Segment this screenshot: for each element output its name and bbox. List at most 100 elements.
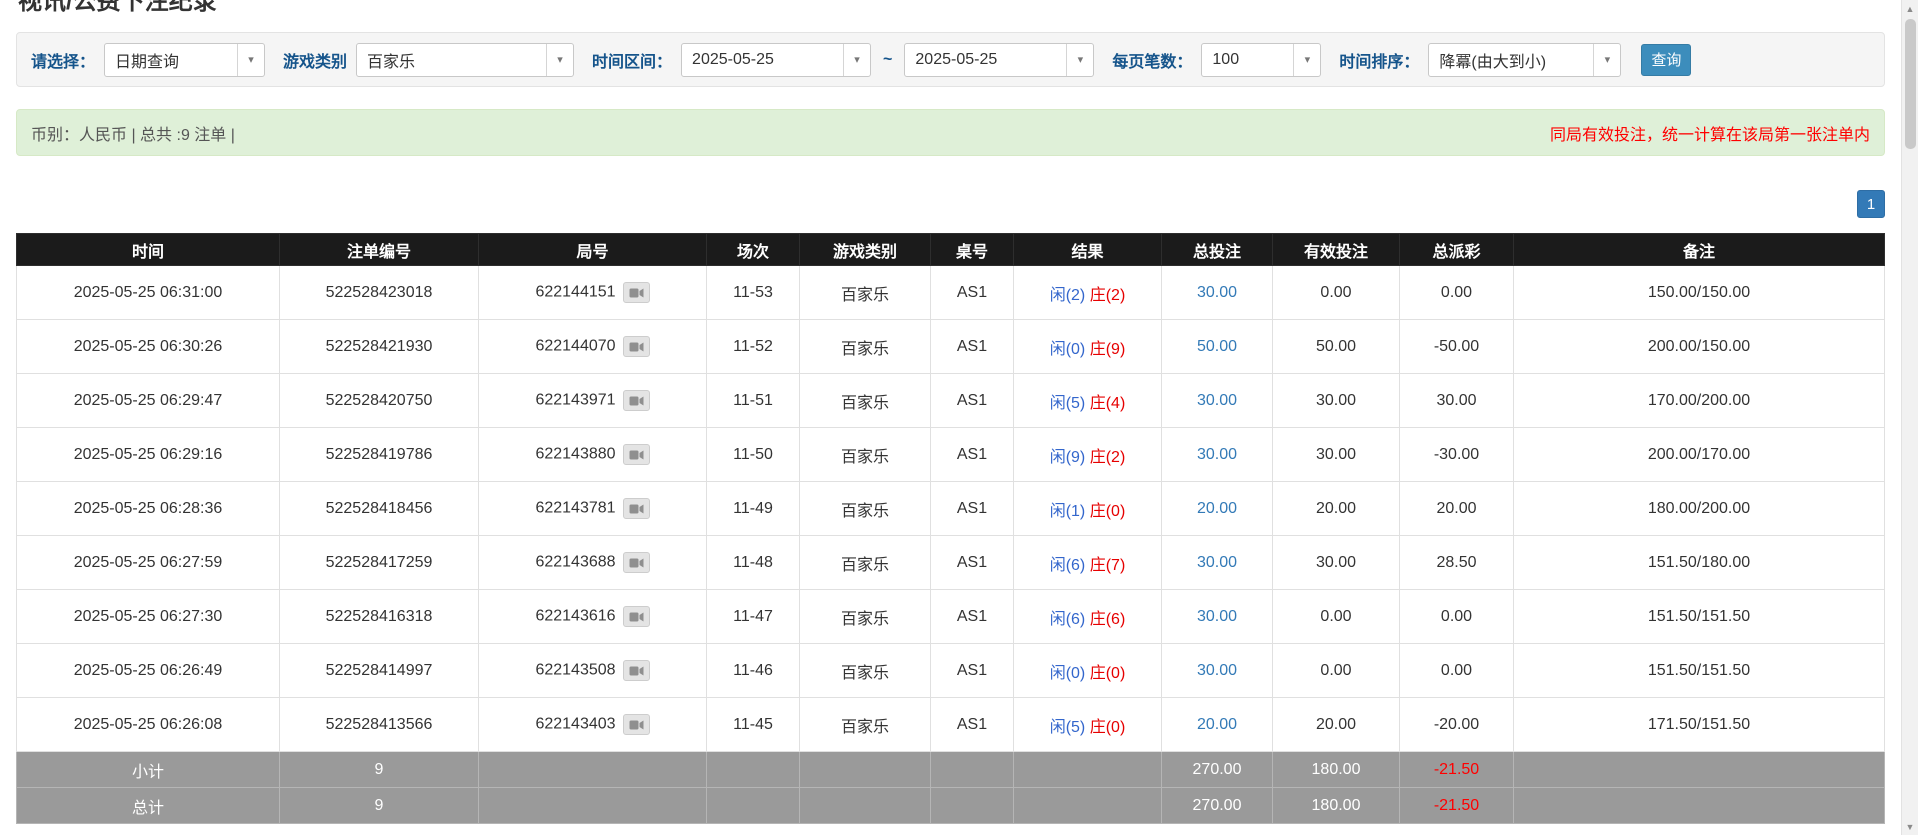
scrollbar-thumb[interactable] [1905, 19, 1916, 149]
cell-session: 11-48 [707, 536, 800, 590]
cell-note: 151.50/180.00 [1514, 536, 1885, 590]
cell-table-no: AS1 [931, 644, 1014, 698]
total-bet-link[interactable]: 20.00 [1197, 716, 1237, 733]
cell-total-bet: 20.00 [1162, 482, 1273, 536]
cell-time: 2025-05-25 06:30:26 [17, 320, 280, 374]
video-replay-icon[interactable] [623, 714, 650, 735]
search-button[interactable]: 查询 [1641, 44, 1691, 76]
game-type-select[interactable]: 百家乐 ▾ [356, 43, 574, 77]
sort-order-select[interactable]: 降冪(由大到小) ▾ [1428, 43, 1621, 77]
cell-session: 11-53 [707, 266, 800, 320]
round-number: 622143508 [535, 662, 615, 679]
cell-note: 150.00/150.00 [1514, 266, 1885, 320]
cell-payout: 0.00 [1400, 644, 1514, 698]
cell-total-bet: 30.00 [1162, 590, 1273, 644]
valid-bet-notice: 同局有效投注，统一计算在该局第一张注单内 [1550, 121, 1870, 145]
cell-valid-bet: 30.00 [1273, 536, 1400, 590]
date-from-select[interactable]: 2025-05-25 ▾ [681, 43, 871, 77]
cell-bet-id: 522528419786 [280, 428, 479, 482]
video-replay-icon[interactable] [623, 660, 650, 681]
result-banker: 庄(0) [1090, 719, 1126, 736]
page-size-select[interactable]: 100 ▾ [1201, 43, 1321, 77]
cell-session: 11-49 [707, 482, 800, 536]
page-button-1[interactable]: 1 [1857, 190, 1885, 218]
summary-bar: 币别：人民币 | 总共 :9 注单 | 同局有效投注，统一计算在该局第一张注单内 [16, 109, 1885, 156]
footer-count: 9 [280, 752, 479, 788]
video-replay-icon[interactable] [623, 336, 650, 357]
result-banker: 庄(6) [1090, 611, 1126, 628]
video-replay-icon[interactable] [623, 444, 650, 465]
table-header: 时间注单编号局号场次游戏类别桌号结果总投注有效投注总派彩备注 [17, 234, 1885, 266]
video-replay-icon[interactable] [623, 552, 650, 573]
total-bet-link[interactable]: 30.00 [1197, 446, 1237, 463]
total-bet-link[interactable]: 30.00 [1197, 608, 1237, 625]
footer-label: 总计 [17, 788, 280, 824]
result-banker: 庄(9) [1090, 341, 1126, 358]
cell-result: 闲(9) 庄(2) [1014, 428, 1162, 482]
cell-game-type: 百家乐 [800, 698, 931, 752]
round-number: 622143781 [535, 500, 615, 517]
cell-bet-id: 522528418456 [280, 482, 479, 536]
cell-table-no: AS1 [931, 428, 1014, 482]
cell-result: 闲(6) 庄(6) [1014, 590, 1162, 644]
footer-empty-cell [800, 752, 931, 788]
table-row: 2025-05-25 06:27:59522528417259622143688… [17, 536, 1885, 590]
column-header: 游戏类别 [800, 234, 931, 266]
total-bet-link[interactable]: 30.00 [1197, 554, 1237, 571]
scroll-up-icon[interactable]: ▲ [1902, 0, 1918, 17]
total-bet-link[interactable]: 20.00 [1197, 500, 1237, 517]
cell-bet-id: 522528416318 [280, 590, 479, 644]
cell-round: 622144151 [479, 266, 707, 320]
column-header: 结果 [1014, 234, 1162, 266]
total-bet-link[interactable]: 50.00 [1197, 338, 1237, 355]
result-player: 闲(0) [1050, 341, 1086, 358]
cell-table-no: AS1 [931, 374, 1014, 428]
cell-payout: 30.00 [1400, 374, 1514, 428]
date-to-select[interactable]: 2025-05-25 ▾ [904, 43, 1094, 77]
footer-empty-cell [931, 788, 1014, 824]
cell-bet-id: 522528420750 [280, 374, 479, 428]
query-type-select[interactable]: 日期查询 ▾ [104, 43, 265, 77]
cell-total-bet: 50.00 [1162, 320, 1273, 374]
query-type-value: 日期查询 [105, 48, 237, 72]
scrollbar[interactable]: ▲ ▼ [1901, 0, 1918, 835]
video-replay-icon[interactable] [623, 498, 650, 519]
result-player: 闲(6) [1050, 557, 1086, 574]
footer-empty-cell [1514, 788, 1885, 824]
cell-round: 622143880 [479, 428, 707, 482]
chevron-down-icon: ▾ [237, 44, 264, 76]
result-banker: 庄(2) [1090, 449, 1126, 466]
total-bet-link[interactable]: 30.00 [1197, 662, 1237, 679]
cell-table-no: AS1 [931, 266, 1014, 320]
footer-valid-bet: 180.00 [1273, 752, 1400, 788]
video-replay-icon[interactable] [623, 390, 650, 411]
footer-empty-cell [1014, 752, 1162, 788]
table-row: 2025-05-25 06:28:36522528418456622143781… [17, 482, 1885, 536]
chevron-down-icon: ▾ [1293, 44, 1320, 76]
cell-payout: -50.00 [1400, 320, 1514, 374]
video-replay-icon[interactable] [623, 606, 650, 627]
cell-round: 622143403 [479, 698, 707, 752]
video-replay-icon[interactable] [623, 282, 650, 303]
cell-round: 622143781 [479, 482, 707, 536]
cell-round: 622143508 [479, 644, 707, 698]
bet-records-table: 时间注单编号局号场次游戏类别桌号结果总投注有效投注总派彩备注 2025-05-2… [16, 233, 1885, 824]
round-number: 622143971 [535, 392, 615, 409]
total-bet-link[interactable]: 30.00 [1197, 392, 1237, 409]
cell-table-no: AS1 [931, 482, 1014, 536]
cell-payout: 20.00 [1400, 482, 1514, 536]
game-type-label: 游戏类别 [283, 48, 347, 72]
footer-valid-bet: 180.00 [1273, 788, 1400, 824]
cell-total-bet: 30.00 [1162, 266, 1273, 320]
cell-valid-bet: 20.00 [1273, 482, 1400, 536]
table-row: 2025-05-25 06:30:26522528421930622144070… [17, 320, 1885, 374]
total-bet-link[interactable]: 30.00 [1197, 284, 1237, 301]
filter-bar: 请选择： 日期查询 ▾ 游戏类别 百家乐 ▾ 时间区间： 2025-05-25 … [16, 32, 1885, 87]
cell-game-type: 百家乐 [800, 482, 931, 536]
scroll-down-icon[interactable]: ▼ [1902, 818, 1918, 835]
subtotal-row: 小计9270.00180.00-21.50 [17, 752, 1885, 788]
footer-empty-cell [479, 788, 707, 824]
column-header: 时间 [17, 234, 280, 266]
footer-payout: -21.50 [1400, 752, 1514, 788]
result-banker: 庄(2) [1090, 287, 1126, 304]
